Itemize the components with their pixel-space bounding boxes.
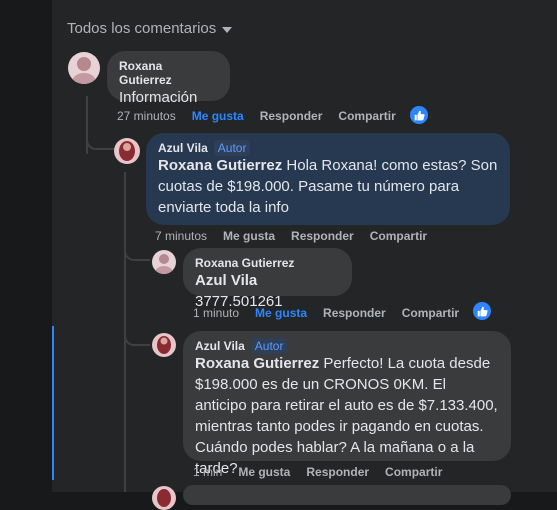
comments-filter-dropdown[interactable]: Todos los comentarios bbox=[67, 20, 233, 37]
thread-connector bbox=[86, 134, 114, 150]
author-badge: Autor bbox=[250, 338, 288, 354]
comment-text: Información bbox=[119, 89, 198, 106]
comment-author[interactable]: Azul Vila bbox=[158, 141, 208, 155]
comment-timestamp[interactable]: 27 minutos bbox=[117, 109, 176, 123]
avatar[interactable] bbox=[152, 486, 176, 510]
comment-header: Azul Vila Autor bbox=[158, 140, 498, 156]
thread-connector bbox=[124, 245, 150, 261]
comment-author[interactable]: Roxana Gutierrez bbox=[195, 256, 340, 270]
mention-link[interactable]: Roxana Gutierrez bbox=[195, 355, 319, 372]
mention-link[interactable]: Roxana Gutierrez bbox=[158, 157, 282, 174]
author-badge: Autor bbox=[213, 140, 251, 156]
like-button[interactable]: Me gusta bbox=[238, 465, 290, 479]
comment-timestamp[interactable]: 1 minuto bbox=[193, 306, 239, 320]
reply-button[interactable]: Responder bbox=[260, 109, 323, 123]
comment-text: Roxana Gutierrez Hola Roxana! como estas… bbox=[158, 155, 498, 218]
avatar[interactable] bbox=[152, 250, 176, 274]
comment-actions: 1 min Me gusta Responder Compartir bbox=[193, 465, 442, 479]
comment-text: Roxana Gutierrez Perfecto! La cuota desd… bbox=[195, 353, 499, 479]
like-button[interactable]: Me gusta bbox=[192, 109, 244, 123]
caret-down-icon bbox=[222, 26, 233, 33]
unread-thread-marker bbox=[52, 326, 54, 480]
like-reaction-icon[interactable] bbox=[473, 302, 491, 320]
comments-filter-label: Todos los comentarios bbox=[67, 20, 217, 37]
mention-link[interactable]: Azul Vila bbox=[195, 272, 257, 289]
comment-timestamp[interactable]: 1 min bbox=[193, 465, 222, 479]
like-button[interactable]: Me gusta bbox=[255, 306, 307, 320]
reply-button[interactable]: Responder bbox=[306, 465, 369, 479]
reply-button[interactable]: Responder bbox=[323, 306, 386, 320]
comment-bubble: Azul Vila Autor Roxana Gutierrez Perfecto… bbox=[183, 331, 511, 477]
reply-button[interactable]: Responder bbox=[291, 229, 354, 243]
comment-bubble: Azul Vila Autor Roxana Gutierrez Hola Rox… bbox=[146, 133, 510, 225]
share-button[interactable]: Compartir bbox=[402, 306, 459, 320]
comment-bubble: Roxana Gutierrez Información bbox=[107, 51, 230, 106]
like-button[interactable]: Me gusta bbox=[223, 229, 275, 243]
comment-actions: 1 minuto Me gusta Responder Compartir bbox=[193, 306, 459, 320]
share-button[interactable]: Compartir bbox=[385, 465, 442, 479]
left-sidebar-strip bbox=[0, 0, 52, 492]
comment-bubble bbox=[183, 485, 511, 505]
share-button[interactable]: Compartir bbox=[338, 109, 395, 123]
comment-header: Azul Vila Autor bbox=[195, 338, 499, 354]
avatar[interactable] bbox=[68, 52, 100, 84]
comment-actions: 27 minutos Me gusta Responder Compartir bbox=[117, 109, 396, 123]
thread-connector bbox=[124, 330, 150, 346]
like-reaction-icon[interactable] bbox=[410, 106, 428, 124]
comment-body: Perfecto! La cuota desde $198.000 es de … bbox=[195, 355, 498, 477]
avatar[interactable] bbox=[152, 333, 176, 357]
comment-author[interactable]: Roxana Gutierrez bbox=[119, 59, 218, 87]
comment-bubble: Roxana Gutierrez Azul Vila 3777.501261 bbox=[183, 248, 352, 310]
comment-actions: 7 minutos Me gusta Responder Compartir bbox=[155, 229, 427, 243]
avatar[interactable] bbox=[114, 138, 140, 164]
share-button[interactable]: Compartir bbox=[370, 229, 427, 243]
comment-author[interactable]: Azul Vila bbox=[195, 339, 245, 353]
comment-timestamp[interactable]: 7 minutos bbox=[155, 229, 207, 243]
